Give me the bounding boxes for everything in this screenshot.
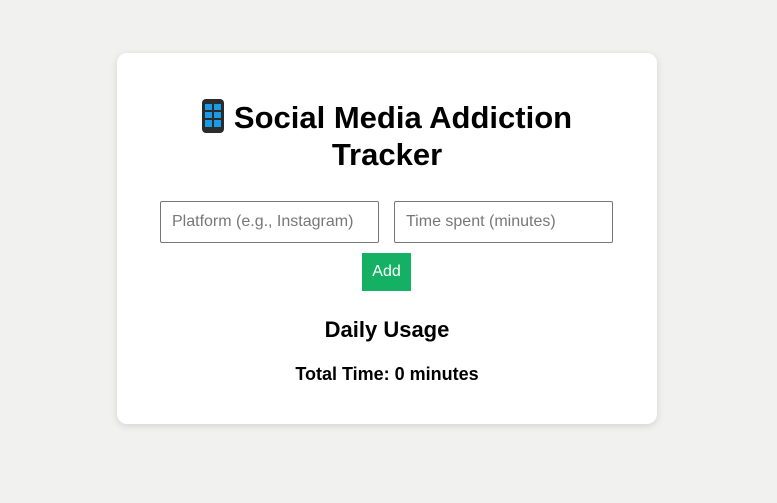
time-spent-input[interactable] [394, 201, 613, 243]
title-text: Social Media Addiction [233, 100, 573, 135]
title-line-2: Tracker [331, 137, 443, 172]
add-button[interactable]: Add [362, 253, 411, 291]
platform-input[interactable] [160, 201, 379, 243]
daily-usage-heading: Daily Usage [324, 317, 450, 342]
mobile-phone-icon [201, 99, 224, 133]
tracker-card: Social Media Addiction Tracker Add Daily… [117, 53, 657, 424]
page-title: Social Media Addiction Tracker [117, 99, 657, 173]
total-time: Total Time: 0 minutes [295, 364, 479, 384]
title-line-1: Social Media Addiction [117, 99, 657, 136]
